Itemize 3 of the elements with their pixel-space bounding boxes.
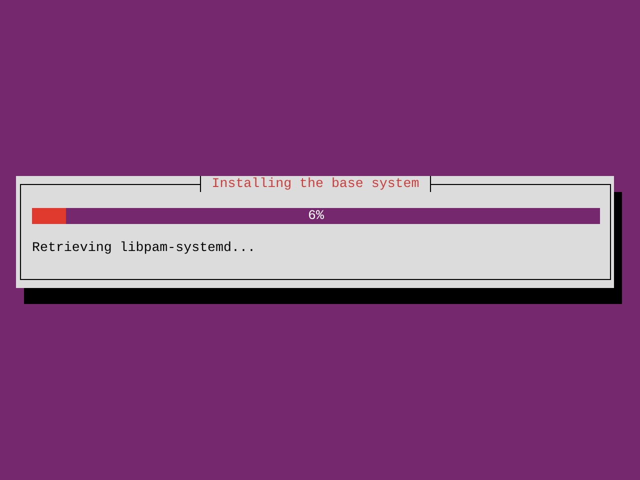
dialog-title: Installing the base system bbox=[200, 176, 432, 192]
progress-percent: 6% bbox=[308, 208, 324, 224]
status-text: Retrieving libpam-systemd... bbox=[32, 240, 256, 256]
